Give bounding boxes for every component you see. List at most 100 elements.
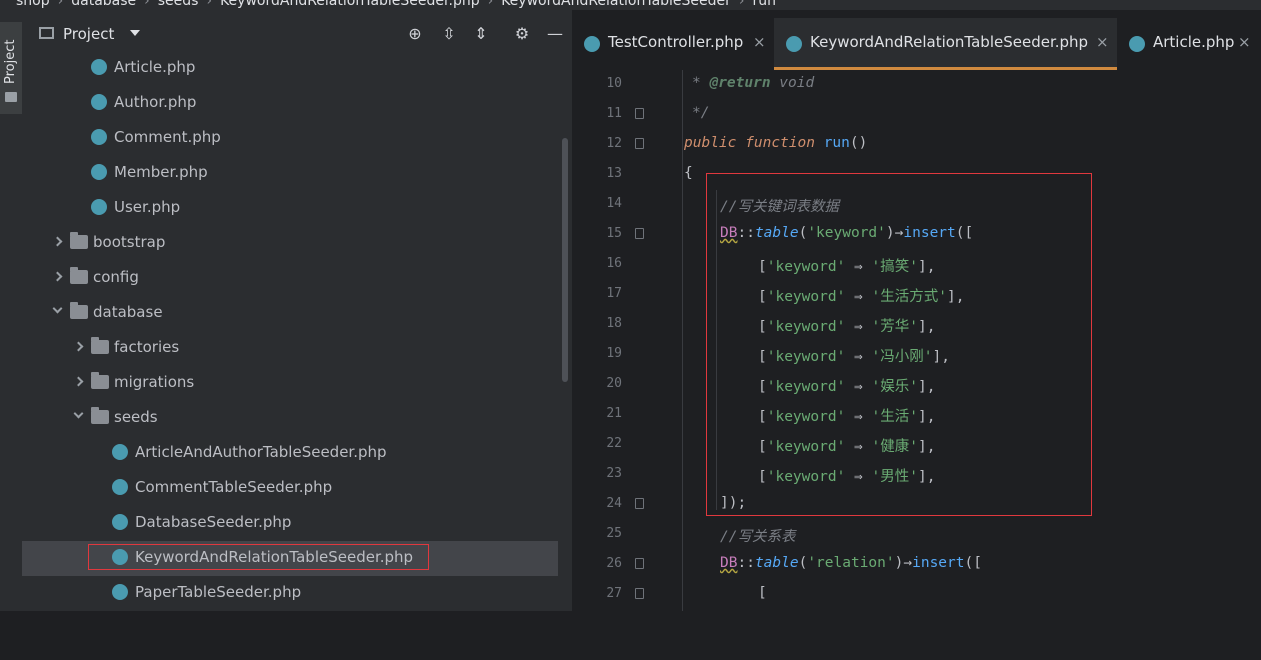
code-token: :: [737, 555, 755, 571]
chevron-right-icon: › [57, 0, 64, 9]
tree-file[interactable]: ArticleAndAuthorTableSeeder.php [22, 436, 558, 471]
close-icon[interactable]: × [1096, 33, 1109, 51]
code-token: { [684, 165, 693, 181]
tree-file[interactable]: Author.php [22, 86, 558, 121]
code-line[interactable]: 10 * @return void [572, 70, 1261, 100]
fold-marker-icon[interactable] [635, 138, 644, 149]
code-line[interactable]: 25 //写关系表 [572, 520, 1261, 550]
project-view-selector[interactable]: Project [63, 25, 114, 43]
selection-annotation-box [88, 544, 429, 570]
code-token: run [823, 135, 850, 151]
code-token: table [754, 555, 799, 571]
tree-folder-seeds[interactable]: seeds [22, 401, 558, 436]
php-class-icon [91, 59, 107, 75]
code-line[interactable]: 26 DB::table('relation')→insert([ [572, 550, 1261, 580]
chevron-down-icon[interactable] [52, 303, 63, 314]
code-line[interactable]: 27 [ [572, 580, 1261, 610]
line-number: 16 [606, 256, 622, 271]
chevron-right-icon: › [738, 0, 745, 9]
breadcrumb: shop › database › seeds › KeywordAndRelatio… [0, 0, 1261, 10]
line-number: 12 [606, 136, 622, 151]
tab-article[interactable]: Article.php × [1117, 18, 1261, 70]
chevron-right-icon[interactable] [73, 376, 84, 387]
close-icon[interactable]: × [753, 33, 766, 51]
tree-item-label: Author.php [114, 93, 197, 111]
tab-testcontroller[interactable]: TestController.php × [572, 18, 772, 70]
php-class-icon [112, 584, 128, 600]
tab-label: Article.php [1153, 33, 1235, 51]
tool-window-strip: Project [0, 10, 23, 611]
chevron-right-icon: › [144, 0, 150, 9]
chevron-right-icon[interactable] [52, 271, 63, 282]
fold-marker-icon[interactable] [635, 498, 644, 509]
line-number: 23 [606, 466, 622, 481]
line-number: 24 [606, 496, 622, 511]
tree-item-label: CommentTableSeeder.php [135, 478, 333, 496]
tree-file[interactable]: User.php [22, 191, 558, 226]
tree-folder-database[interactable]: database [22, 296, 558, 331]
line-number: 25 [606, 526, 622, 541]
line-number: 22 [606, 436, 622, 451]
breadcrumb-item[interactable]: run [753, 0, 777, 9]
folder-icon [70, 232, 88, 249]
editor-tabs: TestController.php × KeywordAndRelationT… [572, 18, 1261, 70]
expand-all-icon[interactable]: ⇳ [439, 24, 459, 44]
chevron-down-icon[interactable] [73, 408, 84, 419]
breadcrumb-item[interactable]: shop [16, 0, 50, 9]
project-panel-header: Project ⊕ ⇳ ⇕ ⚙ — [22, 22, 572, 48]
tree-item-label: seeds [114, 408, 158, 426]
breadcrumb-item[interactable]: database [71, 0, 136, 9]
tree-item-label: config [93, 268, 139, 286]
chevron-right-icon[interactable] [52, 236, 63, 247]
tree-item-label: migrations [114, 373, 195, 391]
breadcrumb-item[interactable]: KeywordAndRelationTableSeeder [501, 0, 731, 9]
close-icon[interactable]: × [1238, 33, 1251, 51]
tree-file[interactable]: Article.php [22, 51, 558, 86]
tree-file[interactable]: CommentTableSeeder.php [22, 471, 558, 506]
tree-item-label: Comment.php [114, 128, 221, 146]
tree-folder-bootstrap[interactable]: bootstrap [22, 226, 558, 261]
tree-item-label: DatabaseSeeder.php [135, 513, 292, 531]
gear-icon[interactable]: ⚙ [512, 24, 532, 44]
fold-marker-icon[interactable] [635, 558, 644, 569]
fold-marker-icon[interactable] [635, 588, 644, 599]
chevron-down-icon[interactable] [130, 30, 140, 36]
folder-icon [91, 372, 109, 389]
tree-file[interactable]: KeywordAndRelationTableSeeder.php [22, 541, 558, 576]
chevron-right-icon: › [206, 0, 213, 9]
tree-folder-migrations[interactable]: migrations [22, 366, 558, 401]
project-tool-tab[interactable]: Project [0, 22, 22, 114]
tree-file[interactable]: DatabaseSeeder.php [22, 506, 558, 541]
project-panel: Project ⊕ ⇳ ⇕ ⚙ — Article.php Author.php C… [22, 10, 572, 611]
code-token: insert [912, 555, 965, 571]
tree-file[interactable]: Comment.php [22, 121, 558, 156]
folder-icon [70, 302, 88, 319]
tab-keywordandrelationtableseeder[interactable]: KeywordAndRelationTableSeeder.php × [774, 18, 1117, 70]
line-number: 19 [606, 346, 622, 361]
folder-icon [70, 267, 88, 284]
line-number: 27 [606, 586, 622, 601]
chevron-right-icon[interactable] [73, 341, 84, 352]
tree-file[interactable]: Member.php [22, 156, 558, 191]
tree-scrollbar[interactable] [562, 138, 568, 382]
breadcrumb-item[interactable]: seeds [158, 0, 199, 9]
minimize-icon[interactable]: — [545, 24, 565, 44]
tree-file[interactable]: PaperTableSeeder.php [22, 576, 558, 611]
tab-label: TestController.php [608, 33, 744, 51]
line-number: 11 [606, 106, 622, 121]
collapse-all-icon[interactable]: ⇕ [471, 24, 491, 44]
folder-icon [91, 407, 109, 424]
code-token: DB [720, 555, 738, 571]
tree-item-label: factories [114, 338, 180, 356]
code-line[interactable]: 12 public function run() [572, 130, 1261, 160]
tree-folder-config[interactable]: config [22, 261, 558, 296]
fold-marker-icon[interactable] [635, 228, 644, 239]
line-number: 13 [606, 166, 622, 181]
tree-item-label: database [93, 303, 163, 321]
code-line[interactable]: 11 */ [572, 100, 1261, 130]
fold-marker-icon[interactable] [635, 108, 644, 119]
php-class-icon [112, 444, 128, 460]
locate-icon[interactable]: ⊕ [405, 24, 425, 44]
breadcrumb-item[interactable]: KeywordAndRelationTableSeeder.php [220, 0, 480, 9]
tree-folder-factories[interactable]: factories [22, 331, 558, 366]
